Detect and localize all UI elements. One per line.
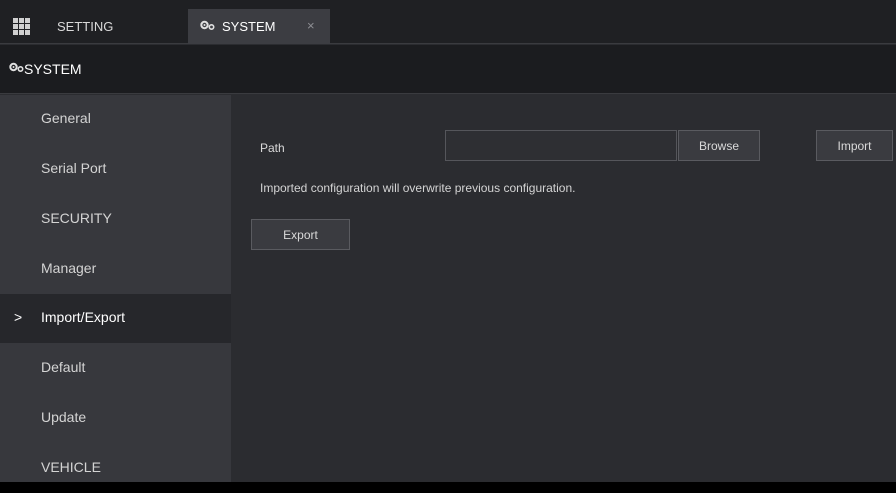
sidebar-item-serial-port[interactable]: Serial Port: [0, 145, 231, 194]
app-window: SETTING SYSTEM × SYSTEM General Serial P…: [0, 0, 896, 482]
top-tab-bar: SETTING SYSTEM ×: [0, 0, 896, 44]
tab-setting-label: SETTING: [57, 19, 114, 34]
sidebar-item-default[interactable]: Default: [0, 344, 231, 393]
sidebar-item-label: SECURITY: [41, 210, 112, 226]
sidebar-item-label: VEHICLE: [41, 459, 101, 475]
sidebar-item-manager[interactable]: Manager: [0, 245, 231, 294]
browse-button[interactable]: Browse: [678, 130, 760, 161]
sidebar-item-vehicle[interactable]: VEHICLE: [0, 444, 231, 493]
tab-setting[interactable]: SETTING: [0, 9, 185, 44]
import-export-panel: Path Browse Import Imported configuratio…: [231, 95, 896, 482]
tab-system-label: SYSTEM: [222, 19, 276, 34]
sidebar-item-general[interactable]: General: [0, 95, 231, 144]
sidebar-item-label: Update: [41, 409, 87, 425]
grid-icon[interactable]: [13, 18, 30, 35]
sidebar-item-label: Serial Port: [41, 160, 107, 176]
sidebar-item-label: Import/Export: [41, 309, 126, 325]
sidebar-item-update[interactable]: Update: [0, 394, 231, 443]
sidebar-item-import-export[interactable]: > Import/Export: [0, 294, 231, 343]
sidebar: General Serial Port SECURITY Manager > I…: [0, 95, 231, 482]
path-label: Path: [260, 141, 285, 155]
gears-icon: [9, 62, 24, 73]
gears-icon: [200, 20, 215, 31]
chevron-right-icon: >: [14, 309, 23, 325]
export-button[interactable]: Export: [251, 219, 350, 250]
close-icon[interactable]: ×: [307, 18, 315, 33]
sidebar-item-security[interactable]: SECURITY: [0, 195, 231, 244]
section-header: SYSTEM: [0, 45, 896, 94]
path-input[interactable]: [445, 130, 677, 161]
sidebar-item-label: General: [41, 110, 91, 126]
overwrite-warning-text: Imported configuration will overwrite pr…: [260, 181, 576, 195]
import-button[interactable]: Import: [816, 130, 893, 161]
page-title: SYSTEM: [24, 61, 82, 77]
sidebar-item-label: Default: [41, 359, 86, 375]
tab-system[interactable]: SYSTEM ×: [188, 9, 330, 44]
sidebar-item-label: Manager: [41, 260, 97, 276]
